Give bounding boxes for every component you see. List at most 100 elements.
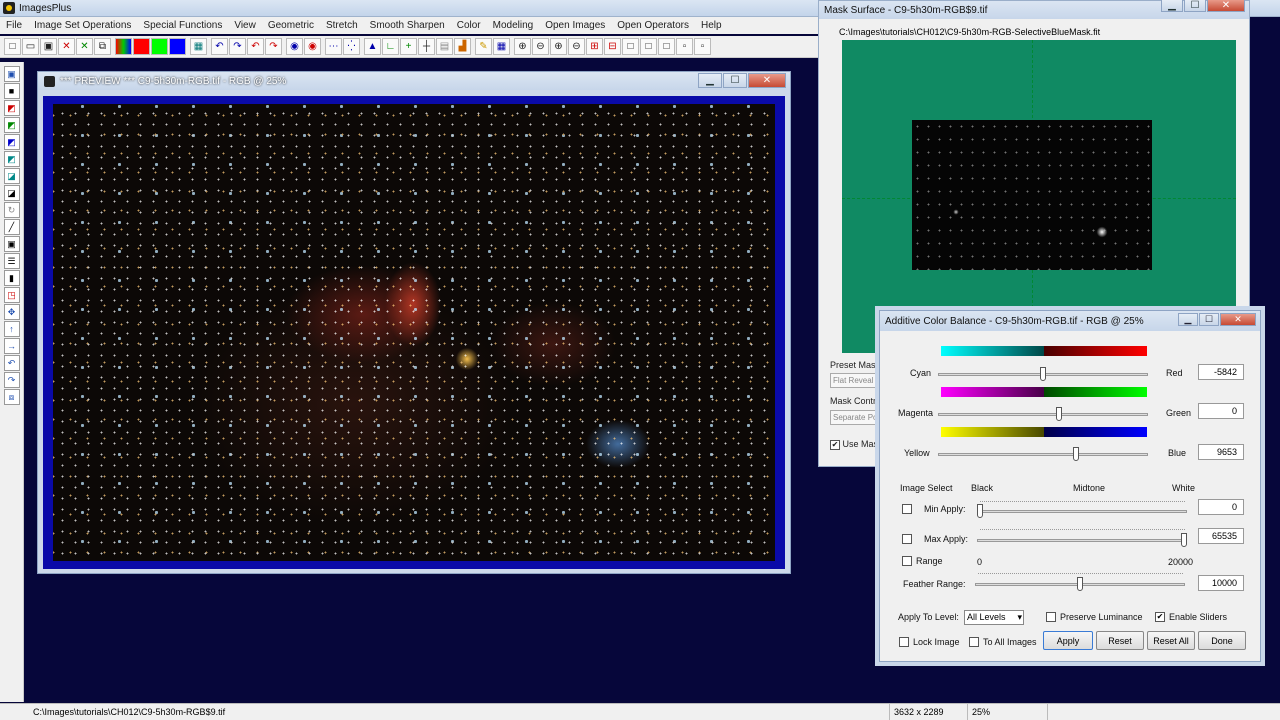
frame-4-icon[interactable]: ▫: [676, 38, 693, 55]
minimize-button[interactable]: ▁: [1161, 0, 1183, 12]
menu-special-functions[interactable]: Special Functions: [137, 20, 228, 31]
menu-open-images[interactable]: Open Images: [539, 20, 611, 31]
use-mask-checkbox[interactable]: ✔: [830, 439, 840, 450]
mask-control-select[interactable]: Separate Po: [830, 410, 880, 425]
save-icon[interactable]: ▣: [3, 66, 20, 82]
min-apply-checkbox[interactable]: [902, 504, 912, 514]
feather-slider[interactable]: [1077, 577, 1083, 591]
menu-smooth-sharpen[interactable]: Smooth Sharpen: [364, 20, 451, 31]
preview-canvas[interactable]: [43, 96, 785, 569]
menu-modeling[interactable]: Modeling: [487, 20, 540, 31]
black-point-icon[interactable]: ■: [3, 83, 20, 99]
rgb-channels-icon[interactable]: [115, 38, 132, 55]
green-value[interactable]: 0: [1198, 403, 1244, 419]
menu-file[interactable]: File: [0, 20, 28, 31]
crosshair-icon[interactable]: ┼: [418, 38, 435, 55]
zoom-in-icon[interactable]: ⊕: [514, 38, 531, 55]
close-button[interactable]: ✕: [748, 73, 786, 88]
max-apply-slider[interactable]: [1181, 533, 1187, 547]
frame-2-icon[interactable]: □: [640, 38, 657, 55]
reset-button[interactable]: Reset: [1096, 631, 1144, 650]
add-icon[interactable]: +: [400, 38, 417, 55]
done-button[interactable]: Done: [1198, 631, 1246, 650]
mask-canvas[interactable]: [842, 40, 1236, 353]
zoom-out-icon[interactable]: ⊖: [532, 38, 549, 55]
close-all-icon[interactable]: ✕: [76, 38, 93, 55]
magenta-green-track[interactable]: [938, 413, 1148, 416]
max-apply-checkbox[interactable]: [902, 534, 912, 544]
maximize-button[interactable]: ☐: [723, 73, 747, 88]
magenta-green-slider[interactable]: [1056, 407, 1063, 421]
preset-mask-select[interactable]: Flat Reveal: [830, 373, 880, 388]
pencil-icon[interactable]: ✎: [475, 38, 492, 55]
points-icon[interactable]: ⁛: [343, 38, 360, 55]
min-apply-track[interactable]: [977, 510, 1187, 513]
teal-point-icon[interactable]: ◪: [3, 168, 20, 184]
flip-icon[interactable]: ⧈: [3, 389, 20, 405]
move-icon[interactable]: ✥: [3, 304, 20, 320]
menu-image-set-operations[interactable]: Image Set Operations: [28, 20, 137, 31]
menu-stretch[interactable]: Stretch: [320, 20, 364, 31]
undo-all-icon[interactable]: ↶: [247, 38, 264, 55]
apply-to-level-select[interactable]: All Levels: [964, 610, 1024, 625]
menu-color[interactable]: Color: [451, 20, 487, 31]
redo-icon[interactable]: ↷: [229, 38, 246, 55]
max-apply-track[interactable]: [977, 539, 1187, 542]
white-point-icon[interactable]: ◪: [3, 185, 20, 201]
line-icon[interactable]: ╱: [3, 219, 20, 235]
remove-frame-icon[interactable]: ⊟: [604, 38, 621, 55]
preserve-luminance-checkbox[interactable]: [1046, 612, 1056, 622]
close-button[interactable]: ✕: [1207, 0, 1245, 12]
green-channel-icon[interactable]: [151, 38, 168, 55]
redo-all-icon[interactable]: ↷: [265, 38, 282, 55]
yellow-blue-slider[interactable]: [1072, 447, 1079, 461]
rotate-left-icon[interactable]: ↶: [3, 355, 20, 371]
arrow-right-icon[interactable]: →: [3, 338, 20, 354]
axis-icon[interactable]: ∟: [382, 38, 399, 55]
enable-sliders-checkbox[interactable]: ✔: [1155, 612, 1165, 622]
reset-all-button[interactable]: Reset All: [1147, 631, 1195, 650]
rotate-right-icon[interactable]: ↷: [3, 372, 20, 388]
blue-value[interactable]: 9653: [1198, 444, 1244, 460]
cyan-red-slider[interactable]: [1040, 367, 1046, 381]
copy-icon[interactable]: ⧉: [94, 38, 111, 55]
yellow-blue-track[interactable]: [938, 453, 1148, 456]
histogram-icon[interactable]: ▲: [364, 38, 381, 55]
minimize-button[interactable]: ▁: [1178, 313, 1198, 326]
circle-select-icon[interactable]: ◉: [286, 38, 303, 55]
blue-channel-icon[interactable]: [169, 38, 186, 55]
zoom-fit-icon[interactable]: ⊕: [550, 38, 567, 55]
frame-1-icon[interactable]: □: [622, 38, 639, 55]
save-icon[interactable]: ▣: [40, 38, 57, 55]
range-checkbox[interactable]: [902, 556, 912, 566]
select-icon[interactable]: ◳: [3, 287, 20, 303]
menu-open-operators[interactable]: Open Operators: [611, 20, 695, 31]
apply-button[interactable]: Apply: [1043, 631, 1093, 650]
maximize-button[interactable]: ☐: [1184, 0, 1206, 12]
new-file-icon[interactable]: □: [4, 38, 21, 55]
dots-icon[interactable]: ⋯: [325, 38, 342, 55]
pixel-grid-icon[interactable]: ▦: [493, 38, 510, 55]
red-point-icon[interactable]: ◩: [3, 100, 20, 116]
red-channel-icon[interactable]: [133, 38, 150, 55]
clone-icon[interactable]: ↻: [3, 202, 20, 218]
chart-icon[interactable]: ▟: [454, 38, 471, 55]
red-value[interactable]: -5842: [1198, 364, 1244, 380]
green-point-icon[interactable]: ◩: [3, 117, 20, 133]
arrow-up-icon[interactable]: ↑: [3, 321, 20, 337]
grid-icon[interactable]: ▦: [190, 38, 207, 55]
min-apply-slider[interactable]: [977, 504, 983, 518]
box-icon[interactable]: ▣: [3, 236, 20, 252]
close-image-icon[interactable]: ✕: [58, 38, 75, 55]
lock-image-checkbox[interactable]: [899, 637, 909, 647]
menu-geometric[interactable]: Geometric: [262, 20, 320, 31]
preview-title-bar[interactable]: *** PREVIEW *** C9-5h30m-RGB.tif - RGB @…: [38, 72, 790, 90]
minimize-button[interactable]: ▁: [698, 73, 722, 88]
maximize-button[interactable]: ☐: [1199, 313, 1219, 326]
max-apply-value[interactable]: 65535: [1198, 528, 1244, 544]
open-folder-icon[interactable]: ▭: [22, 38, 39, 55]
table-icon[interactable]: ▤: [436, 38, 453, 55]
frame-5-icon[interactable]: ▫: [694, 38, 711, 55]
bar-icon[interactable]: ▮: [3, 270, 20, 286]
menu-view[interactable]: View: [228, 20, 262, 31]
